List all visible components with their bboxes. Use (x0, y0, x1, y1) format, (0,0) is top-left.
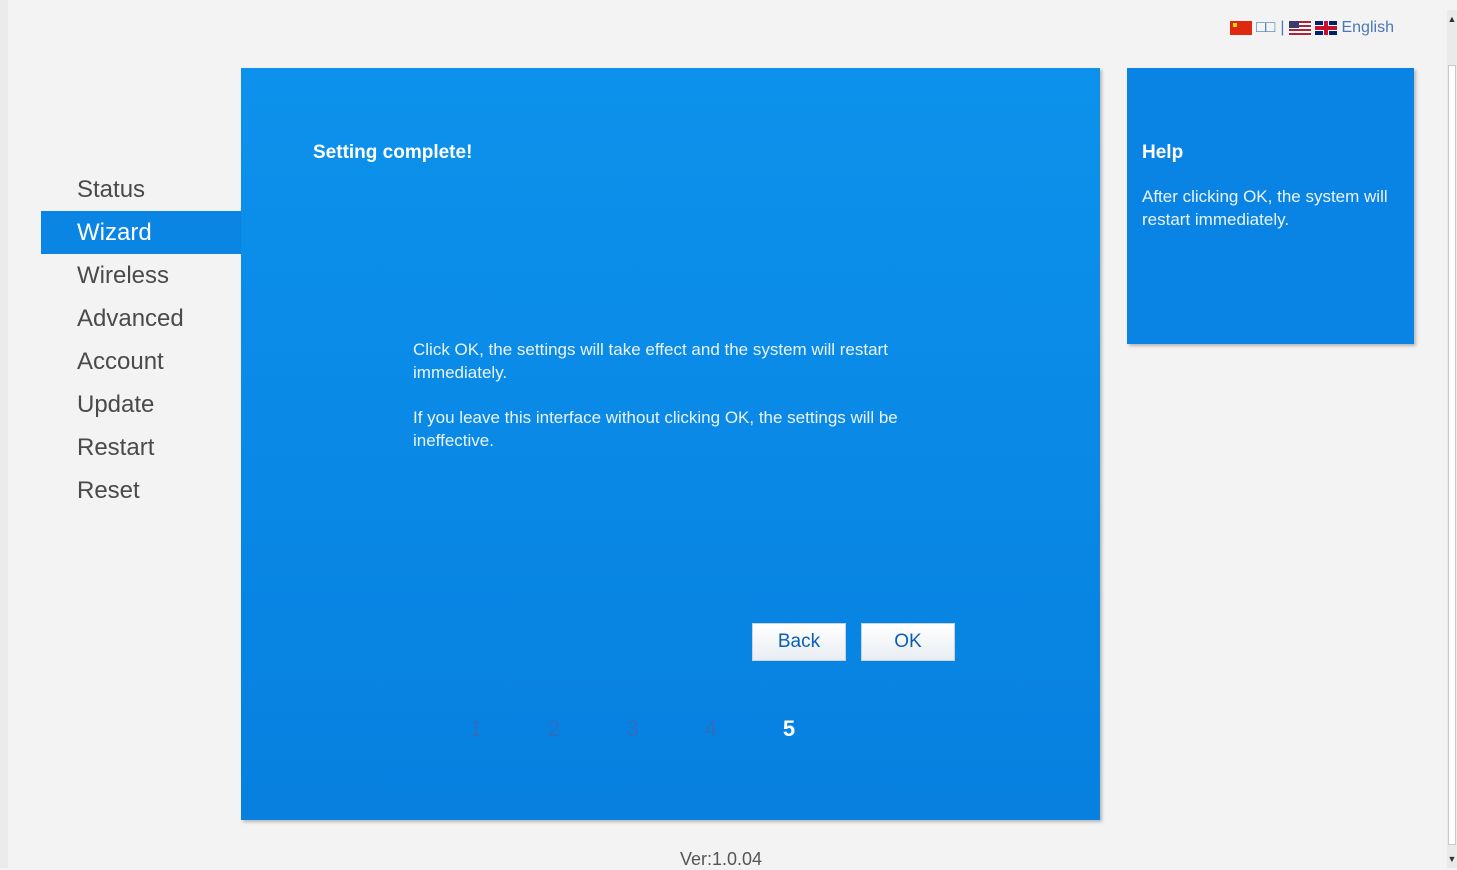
english-language-link[interactable]: English (1341, 19, 1393, 37)
page-title: Setting complete! (313, 142, 473, 163)
sidebar-item-status[interactable]: Status (41, 168, 241, 211)
chinese-language-link[interactable]: □□ (1256, 19, 1275, 37)
sidebar-item-restart[interactable]: Restart (41, 426, 241, 469)
sidebar-item-advanced[interactable]: Advanced (41, 297, 241, 340)
sidebar-item-wizard[interactable]: Wizard (41, 211, 241, 254)
sidebar-item-reset[interactable]: Reset (41, 469, 241, 512)
page-border (0, 0, 8, 868)
step-3: 3 (626, 716, 640, 741)
step-2: 2 (547, 716, 561, 741)
help-title: Help (1142, 142, 1184, 163)
vertical-scrollbar[interactable]: ▲ ▼ (1447, 10, 1457, 868)
scroll-thumb[interactable] (1448, 65, 1456, 845)
warning-message: If you leave this interface without clic… (413, 408, 898, 450)
wizard-panel: Setting complete! Click OK, the settings… (241, 68, 1100, 820)
us-flag-icon[interactable] (1289, 21, 1312, 35)
language-bar: □□ | English (1230, 18, 1394, 38)
ok-button[interactable]: OK (861, 623, 955, 661)
sidebar-nav: Status Wizard Wireless Advanced Account … (41, 168, 241, 512)
language-separator: | (1280, 19, 1285, 36)
uk-flag-icon[interactable] (1315, 21, 1338, 35)
version-label: Ver:1.0.04 (680, 849, 763, 869)
sidebar-item-wireless[interactable]: Wireless (41, 254, 241, 297)
restart-message: Click OK, the settings will take effect … (413, 340, 888, 382)
scroll-down-icon[interactable]: ▼ (1447, 850, 1457, 868)
step-1: 1 (469, 716, 483, 741)
sidebar-item-account[interactable]: Account (41, 340, 241, 383)
step-5-current: 5 (782, 716, 796, 741)
back-button[interactable]: Back (752, 623, 846, 661)
sidebar-item-update[interactable]: Update (41, 383, 241, 426)
help-text: After clicking OK, the system will resta… (1142, 187, 1388, 229)
china-flag-icon[interactable] (1230, 21, 1252, 35)
help-panel: Help After clicking OK, the system will … (1127, 68, 1414, 344)
step-4: 4 (704, 716, 718, 741)
scroll-up-icon[interactable]: ▲ (1447, 10, 1457, 28)
